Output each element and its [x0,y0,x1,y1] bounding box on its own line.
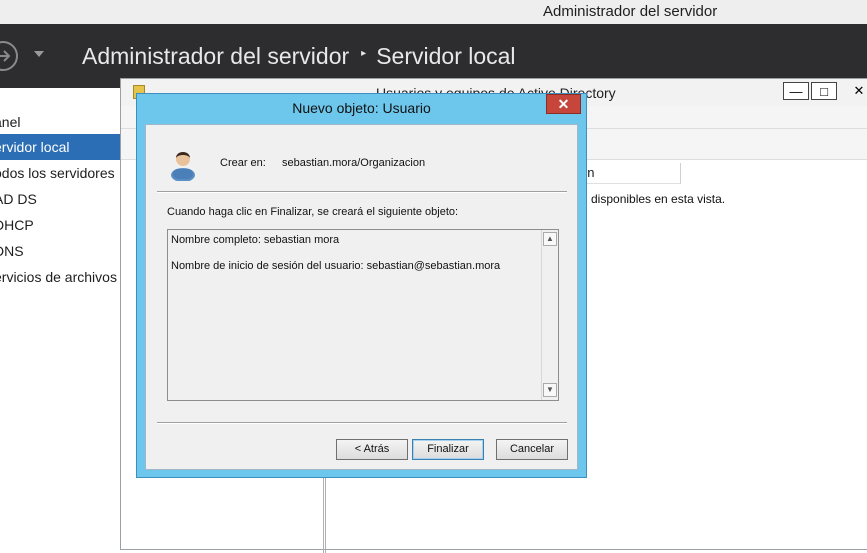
breadcrumb: Administrador del servidor ▸ Servidor loca… [82,43,516,70]
scroll-down-icon[interactable]: ▼ [543,383,557,397]
new-user-dialog: Nuevo objeto: Usuario ✕ Crear en: sebast… [136,93,587,478]
sidebar-item-all-servers[interactable]: odos los servidores [0,160,122,186]
breadcrumb-root[interactable]: Administrador del servidor [82,43,349,69]
dialog-body: Crear en: sebastian.mora/Organizacion Cu… [145,124,578,470]
create-in-label: Crear en: [220,157,266,169]
back-button[interactable]: < Atrás [336,439,408,460]
sidebar-item-dhcp[interactable]: DHCP [0,212,122,238]
ad-empty-message: disponibles en esta vista. [591,192,726,206]
divider [157,191,567,193]
divider-bottom [157,422,567,424]
finish-button-label: Finalizar [427,443,469,455]
user-icon [171,152,195,181]
sidebar-item-ad-ds[interactable]: AD DS [0,186,122,212]
sidebar-item-local-server[interactable]: ervidor local [0,134,122,160]
sidebar-item-panel[interactable]: anel [0,109,122,135]
minimize-button[interactable]: — [783,82,809,100]
summary-line-logon: Nombre de inicio de sesión del usuario: … [171,260,501,272]
scroll-up-icon[interactable]: ▲ [543,232,557,246]
back-button-label: < Atrás [354,443,390,455]
cancel-button[interactable]: Cancelar [496,439,568,460]
server-manager-titlebar: Administrador del servidor [0,0,867,25]
sidebar-item-dns[interactable]: DNS [0,238,122,264]
summary-textbox[interactable]: Nombre completo: sebastian mora Nombre d… [167,229,559,401]
cancel-button-label: Cancelar [509,443,555,455]
server-manager-window-title: Administrador del servidor [543,3,718,20]
vertical-scrollbar[interactable]: ▲ ▼ [541,230,558,400]
ad-column-header[interactable]: ón [580,163,681,184]
nav-dropdown-icon[interactable] [34,51,44,58]
finish-button[interactable]: Finalizar [412,439,484,460]
forward-nav-icon[interactable] [0,41,18,71]
summary-intro: Cuando haga clic en Finalizar, se creará… [167,206,459,218]
summary-line-fullname: Nombre completo: sebastian mora [171,234,340,246]
close-window-button[interactable]: ✕ [846,82,867,100]
breadcrumb-separator-icon: ▸ [361,48,367,60]
dialog-close-button[interactable]: ✕ [546,94,581,114]
maximize-button[interactable]: □ [811,82,837,100]
sidebar: anel ervidor local odos los servidores A… [0,88,122,542]
dialog-title: Nuevo objeto: Usuario [292,100,431,116]
create-in-path: sebastian.mora/Organizacion [282,157,426,169]
sidebar-item-file-services[interactable]: ervicios de archivos [0,264,122,290]
breadcrumb-current: Servidor local [376,43,516,69]
